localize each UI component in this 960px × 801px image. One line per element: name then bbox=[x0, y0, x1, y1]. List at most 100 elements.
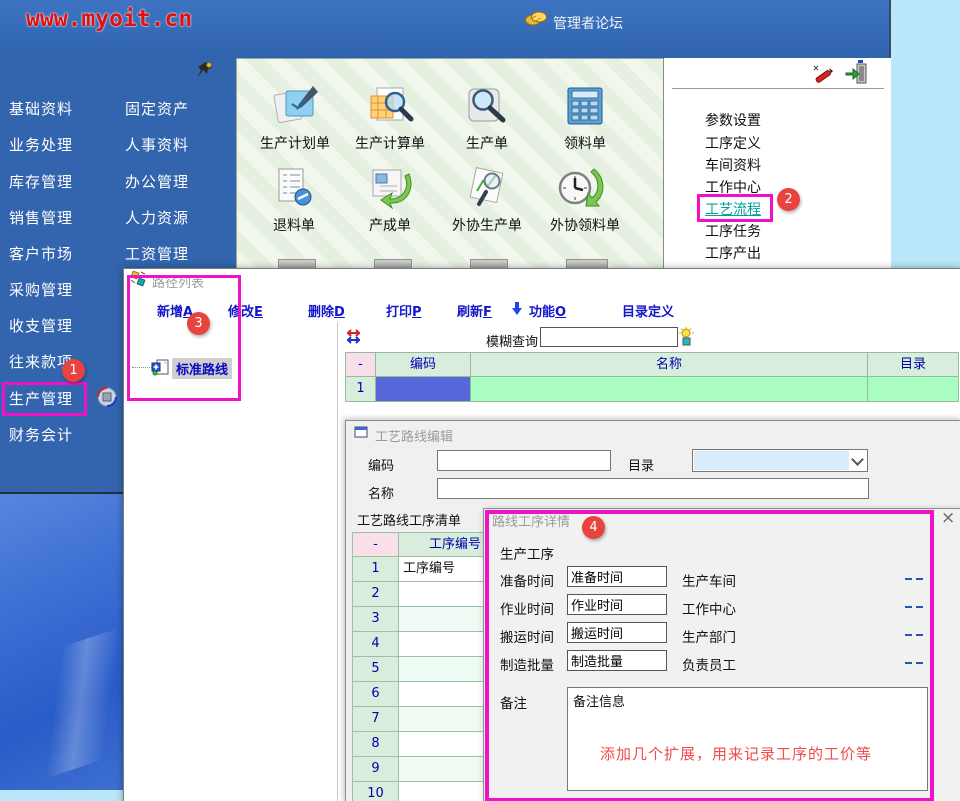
production-calc-sheet-icon[interactable] bbox=[363, 84, 417, 128]
print-button[interactable]: 打印P bbox=[386, 301, 422, 320]
column-header-name[interactable]: 名称 bbox=[470, 352, 868, 377]
chevron-down-icon bbox=[851, 453, 864, 466]
table-corner[interactable]: - bbox=[345, 352, 376, 377]
material-return-icon[interactable] bbox=[267, 166, 321, 210]
exit-icon[interactable] bbox=[845, 60, 869, 86]
production-plan-icon[interactable] bbox=[268, 84, 322, 128]
step-badge-2: 2 bbox=[777, 188, 800, 211]
step-badge-1: 1 bbox=[62, 359, 85, 382]
sidebar-item-purchasing[interactable]: 采购管理 bbox=[9, 279, 73, 300]
query-icon[interactable] bbox=[678, 327, 695, 346]
sidebar-item-fixed-assets[interactable]: 固定资产 bbox=[125, 98, 189, 119]
sidebar-item-office[interactable]: 办公管理 bbox=[125, 171, 189, 192]
marker-dash bbox=[905, 634, 912, 636]
icon-label[interactable]: 生产单 bbox=[432, 133, 542, 153]
path-window-icon bbox=[130, 271, 147, 288]
transport-time-label: 搬运时间 bbox=[500, 626, 554, 646]
directory-define-button[interactable]: 目录定义 bbox=[622, 301, 674, 320]
production-order-icon[interactable] bbox=[461, 84, 515, 128]
column-header-directory[interactable]: 目录 bbox=[867, 352, 959, 377]
proc-row-number[interactable]: 3 bbox=[352, 606, 399, 632]
pin-icon bbox=[196, 61, 214, 79]
sidebar-item-business[interactable]: 业务处理 bbox=[9, 134, 73, 155]
route-node-icon[interactable] bbox=[151, 358, 169, 376]
icon-label[interactable]: 生产计算单 bbox=[335, 133, 445, 153]
panel-separator bbox=[672, 88, 884, 89]
down-arrow-icon bbox=[511, 302, 523, 316]
marker-dash bbox=[905, 578, 912, 580]
note-textarea[interactable]: 备注信息 bbox=[567, 687, 928, 791]
sidebar-item-base-data[interactable]: 基础资料 bbox=[9, 98, 73, 119]
close-icon[interactable]: × bbox=[941, 508, 955, 528]
cell-code-selected[interactable] bbox=[375, 376, 471, 402]
sidebar-item-production[interactable]: 生产管理 bbox=[9, 388, 73, 409]
site-url: www.myoit.cn bbox=[26, 6, 192, 32]
function-button[interactable]: 功能O bbox=[529, 301, 566, 320]
code-input[interactable] bbox=[437, 450, 611, 471]
icon-label[interactable]: 外协生产单 bbox=[432, 215, 542, 235]
icon-label[interactable]: 退料单 bbox=[239, 215, 349, 235]
row-number[interactable]: 1 bbox=[345, 376, 376, 402]
icon-label[interactable]: 生产计划单 bbox=[240, 133, 350, 153]
marker-dash bbox=[905, 662, 912, 664]
menu-item-proc-output[interactable]: 工序产出 bbox=[705, 243, 761, 263]
proc-row-number[interactable]: 7 bbox=[352, 706, 399, 732]
material-request-icon[interactable] bbox=[558, 84, 612, 128]
name-input[interactable] bbox=[437, 478, 869, 499]
tree-node-standard-route[interactable]: 标准路线 bbox=[172, 358, 232, 379]
proc-table-corner[interactable]: - bbox=[352, 532, 399, 557]
work-time-input[interactable] bbox=[567, 594, 667, 615]
menu-item-proc-task[interactable]: 工序任务 bbox=[705, 221, 761, 241]
sidebar-item-customers[interactable]: 客户市场 bbox=[9, 243, 73, 264]
desktop-wallpaper bbox=[0, 494, 123, 790]
menu-item-process-route[interactable]: 工艺流程 bbox=[705, 199, 761, 219]
finished-goods-icon[interactable] bbox=[363, 166, 417, 210]
proc-row-number[interactable]: 8 bbox=[352, 731, 399, 757]
sidebar-item-payments[interactable]: 收支管理 bbox=[9, 315, 73, 336]
proc-row-number[interactable]: 6 bbox=[352, 681, 399, 707]
menu-item-workcenter[interactable]: 工作中心 bbox=[705, 177, 761, 197]
outsource-material-icon[interactable] bbox=[554, 166, 608, 210]
transport-time-input[interactable] bbox=[567, 622, 667, 643]
sidebar-item-payroll[interactable]: 工资管理 bbox=[125, 243, 189, 264]
proc-row-number[interactable]: 2 bbox=[352, 581, 399, 607]
directory-combo[interactable] bbox=[692, 449, 868, 472]
outsource-production-icon[interactable] bbox=[460, 166, 514, 210]
step-badge-3: 3 bbox=[187, 312, 210, 335]
proc-row-number[interactable]: 4 bbox=[352, 631, 399, 657]
icon-label[interactable]: 外协领料单 bbox=[530, 215, 640, 235]
batch-input[interactable] bbox=[567, 650, 667, 671]
column-header-code[interactable]: 编码 bbox=[375, 352, 471, 377]
marker-dash bbox=[916, 662, 923, 664]
refresh-button[interactable]: 刷新F bbox=[457, 301, 492, 320]
edit-dialog-title: 工艺路线编辑 bbox=[375, 426, 453, 445]
note-value: 备注信息 bbox=[573, 691, 625, 710]
proc-row-number[interactable]: 5 bbox=[352, 656, 399, 682]
sidebar-item-hr-files[interactable]: 人事资料 bbox=[125, 134, 189, 155]
icon-label[interactable]: 产成单 bbox=[335, 215, 445, 235]
sidebar-item-sales[interactable]: 销售管理 bbox=[9, 207, 73, 228]
tools-icon[interactable] bbox=[812, 62, 836, 86]
proc-row-number[interactable]: 10 bbox=[352, 781, 399, 801]
delete-button[interactable]: 删除D bbox=[308, 301, 345, 320]
icon-label[interactable]: 领料单 bbox=[530, 133, 640, 153]
work-time-label: 作业时间 bbox=[500, 598, 554, 618]
sidebar-item-finance[interactable]: 财务会计 bbox=[9, 424, 73, 445]
fuzzy-search-input[interactable] bbox=[540, 327, 678, 347]
proc-row-number[interactable]: 9 bbox=[352, 756, 399, 782]
cell-name[interactable] bbox=[470, 376, 868, 402]
menu-item-params[interactable]: 参数设置 bbox=[705, 110, 761, 130]
forum-link[interactable]: 管理者论坛 bbox=[553, 13, 623, 33]
marker-dash bbox=[905, 606, 912, 608]
swap-columns-icon[interactable] bbox=[344, 329, 363, 344]
menu-item-proc-def[interactable]: 工序定义 bbox=[705, 133, 761, 153]
menu-item-workshop[interactable]: 车间资料 bbox=[705, 155, 761, 175]
name-label: 名称 bbox=[368, 483, 394, 502]
prep-time-input[interactable] bbox=[567, 566, 667, 587]
sidebar-item-inventory[interactable]: 库存管理 bbox=[9, 171, 73, 192]
modify-button[interactable]: 修改E bbox=[228, 301, 263, 320]
marker-dash bbox=[916, 578, 923, 580]
cell-directory[interactable] bbox=[867, 376, 959, 402]
proc-row-number[interactable]: 1 bbox=[352, 556, 399, 582]
sidebar-item-hr[interactable]: 人力资源 bbox=[125, 207, 189, 228]
